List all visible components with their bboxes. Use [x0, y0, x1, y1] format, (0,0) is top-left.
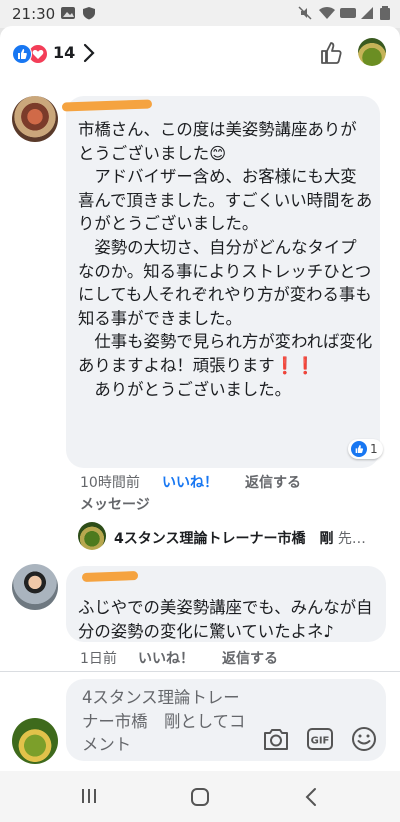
comment-time: 1日前	[80, 651, 117, 667]
status-bar: 21:30	[0, 0, 400, 28]
camera-icon[interactable]	[262, 726, 290, 752]
comments-sheet: 14 市橋さん、この度は美姿勢講座ありがとうございました😊 アドバイザー含め、お…	[0, 26, 400, 771]
comment-reply-button[interactable]: 返信する	[222, 648, 278, 668]
signal-icon	[361, 7, 373, 19]
gallery-icon	[61, 7, 75, 19]
comment-reaction-count: 1	[370, 442, 378, 456]
comment-like-button[interactable]: いいね！	[162, 472, 218, 492]
volte-icon	[340, 8, 356, 18]
comment-reaction-chip[interactable]: 1	[348, 439, 383, 459]
comment-text: ふじやでの美姿勢講座でも、みんなが自分の姿勢の変化に驚いていたよネ♪	[78, 598, 373, 641]
composer-divider	[0, 671, 400, 672]
reply-avatar[interactable]	[78, 522, 106, 550]
back-icon[interactable]	[304, 787, 318, 807]
recent-apps-icon[interactable]	[80, 787, 98, 805]
gif-icon[interactable]: GIF	[306, 726, 334, 752]
reply-preview[interactable]: 4スタンス理論トレーナー市橋 剛 先…	[114, 528, 384, 548]
comment-time: 10時間前	[80, 475, 140, 491]
like-reaction-icon	[351, 441, 367, 457]
wifi-icon	[319, 6, 335, 19]
like-reaction-icon[interactable]	[12, 44, 32, 64]
like-post-button[interactable]	[318, 40, 344, 66]
reaction-count[interactable]: 14	[53, 43, 75, 62]
comment-like-button[interactable]: いいね！	[138, 648, 194, 668]
comment-message-button[interactable]: メッセージ	[80, 494, 150, 514]
reactions-header: 14	[0, 26, 400, 82]
system-nav-bar	[0, 771, 400, 822]
profile-avatar[interactable]	[358, 38, 386, 66]
reply-author-name: 4スタンス理論トレーナー市橋 剛	[114, 531, 334, 547]
comment-input-placeholder[interactable]: 4スタンス理論トレーナー市橋 剛としてコメント	[82, 686, 252, 757]
reply-snippet: 先…	[333, 531, 366, 547]
gif-label: GIF	[311, 736, 330, 747]
commenter-avatar[interactable]	[12, 564, 58, 610]
emoji-icon[interactable]	[350, 726, 378, 752]
shield-icon	[83, 7, 95, 20]
comment-reply-button[interactable]: 返信する	[245, 472, 301, 492]
composer-avatar	[12, 718, 58, 764]
battery-icon	[380, 6, 390, 20]
chevron-right-icon[interactable]	[82, 42, 96, 64]
mute-icon	[298, 6, 312, 20]
home-icon[interactable]	[190, 787, 210, 807]
commenter-avatar[interactable]	[12, 96, 58, 142]
comment-text: 市橋さん、この度は美姿勢講座ありがとうございました😊 アドバイザー含め、お客様に…	[78, 120, 373, 399]
status-time: 21:30	[12, 5, 56, 23]
